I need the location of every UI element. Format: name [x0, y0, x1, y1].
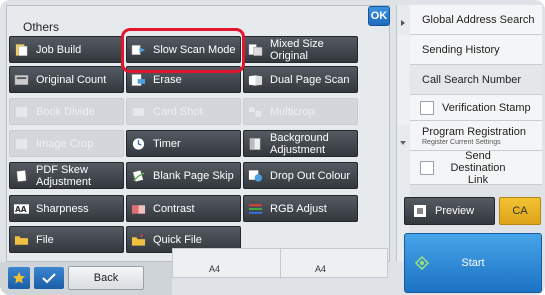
panel-title: Others	[23, 20, 60, 34]
star-icon	[13, 272, 25, 284]
background-icon	[244, 130, 266, 157]
job-build-label: Job Build	[36, 43, 82, 56]
book-divide-icon	[10, 98, 32, 125]
original-count-label: Original Count	[36, 73, 107, 86]
dual-page-scan-label: Dual Page Scan	[270, 73, 350, 86]
mixed-size-original-label: Mixed Size Original	[270, 37, 324, 62]
program-registration-label: Program Registration	[422, 125, 526, 138]
multicrop-button[interactable]: Multicrop	[243, 98, 358, 125]
original-count-button[interactable]: Original Count	[9, 66, 124, 93]
selection-highlight	[121, 28, 245, 73]
contrast-icon	[127, 195, 149, 222]
book-divide-button[interactable]: Book Divide	[9, 98, 124, 125]
svg-text:AA: AA	[14, 204, 26, 213]
paper-divider	[280, 249, 281, 279]
favorite-button[interactable]	[8, 267, 30, 289]
file-icon	[10, 226, 32, 253]
file-label: File	[36, 233, 54, 246]
timer-button[interactable]: Timer	[126, 130, 241, 157]
start-label: Start	[461, 257, 485, 269]
pdf-skew-adjustment-button[interactable]: PDF Skew Adjustment	[9, 162, 124, 189]
drop-out-colour-button[interactable]: Drop Out Colour	[243, 162, 358, 189]
timer-icon	[127, 130, 149, 157]
paper-size-right: A4	[315, 264, 327, 274]
background-adjustment-label: Background Adjustment	[270, 131, 329, 156]
card-shot-icon	[127, 98, 149, 125]
preview-label: Preview	[435, 205, 475, 217]
quick-file-label: Quick File	[153, 233, 202, 246]
rgb-adjust-label: RGB Adjust	[270, 202, 327, 215]
preview-button[interactable]: Preview	[404, 197, 495, 225]
image-crop-label: Image Crop	[36, 137, 94, 150]
paper-size-left: A4	[209, 264, 221, 274]
sharpness-button[interactable]: AA Sharpness	[9, 195, 124, 222]
global-address-search-item[interactable]: Global Address Search	[410, 5, 542, 35]
program-registration-sub: Register Current Settings	[422, 138, 501, 146]
back-button[interactable]: Back	[68, 266, 144, 290]
checkmark-icon	[42, 273, 56, 284]
quick-file-icon	[127, 226, 149, 253]
contrast-button[interactable]: Contrast	[126, 195, 241, 222]
verification-stamp-item[interactable]: Verification Stamp	[410, 95, 542, 121]
drop-out-colour-label: Drop Out Colour	[270, 169, 351, 182]
mixed-size-original-button[interactable]: Mixed Size Original	[243, 36, 358, 63]
rgb-icon	[244, 195, 266, 222]
rgb-adjust-button[interactable]: RGB Adjust	[243, 195, 358, 222]
drop-out-icon	[244, 162, 266, 189]
timer-label: Timer	[153, 137, 181, 150]
machine-screen: Others OK Job Build Slow Scan Mode Mixed…	[0, 0, 545, 295]
card-shot-button[interactable]: Card Shot	[126, 98, 241, 125]
dual-page-icon	[244, 66, 266, 93]
sharpness-icon: AA	[10, 195, 32, 222]
sharpness-label: Sharpness	[36, 202, 89, 215]
file-button[interactable]: File	[9, 226, 124, 253]
clear-all-button[interactable]: CA	[499, 197, 541, 225]
paper-size-area: A4 A4	[172, 248, 388, 279]
verification-stamp-label: Verification Stamp	[442, 101, 531, 114]
ok-button[interactable]: OK	[368, 6, 390, 26]
scroll-up-arrow-icon[interactable]	[399, 19, 407, 27]
pdf-skew-adjustment-label: PDF Skew Adjustment	[36, 163, 92, 188]
verification-stamp-checkbox[interactable]	[420, 100, 434, 115]
job-build-button[interactable]: Job Build	[9, 36, 124, 63]
image-crop-icon	[10, 130, 32, 157]
multicrop-label: Multicrop	[270, 105, 315, 118]
scroll-down-arrow-icon[interactable]	[399, 139, 407, 147]
blank-page-icon	[127, 162, 149, 189]
send-destination-checkbox[interactable]	[420, 160, 434, 175]
image-crop-button[interactable]: Image Crop	[9, 130, 124, 157]
call-search-number-item[interactable]: Call Search Number	[410, 65, 542, 95]
sending-history-item[interactable]: Sending History	[410, 35, 542, 65]
original-count-icon	[10, 66, 32, 93]
book-divide-label: Book Divide	[36, 105, 95, 118]
start-icon	[415, 256, 429, 270]
contrast-label: Contrast	[153, 202, 195, 215]
blank-page-skip-label: Blank Page Skip	[153, 169, 234, 182]
pdf-skew-icon	[10, 162, 32, 189]
check-button[interactable]	[34, 267, 64, 289]
multicrop-icon	[244, 98, 266, 125]
job-build-icon	[10, 36, 32, 63]
dual-page-scan-button[interactable]: Dual Page Scan	[243, 66, 358, 93]
scroll-thumb[interactable]	[398, 35, 409, 125]
start-button[interactable]: Start	[404, 233, 542, 293]
mixed-size-icon	[244, 36, 266, 63]
send-destination-label: Send Destination Link	[450, 149, 506, 186]
erase-label: Erase	[153, 73, 182, 86]
program-registration-item[interactable]: Program Registration Register Current Se…	[410, 121, 542, 151]
background-adjustment-button[interactable]: Background Adjustment	[243, 130, 358, 157]
blank-page-skip-button[interactable]: Blank Page Skip	[126, 162, 241, 189]
card-shot-label: Card Shot	[153, 105, 203, 118]
send-destination-link-item[interactable]: Send Destination Link	[410, 149, 542, 186]
preview-icon	[414, 205, 426, 217]
